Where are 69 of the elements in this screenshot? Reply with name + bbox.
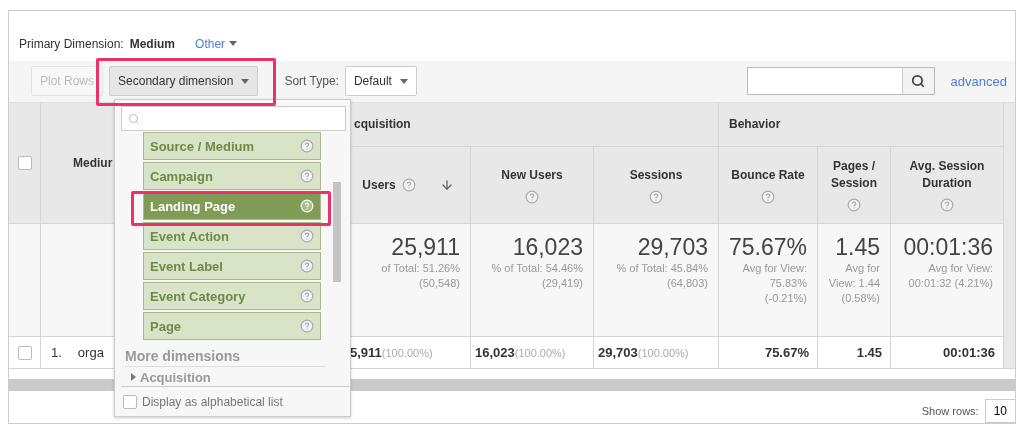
- total-value: 29,703: [637, 234, 708, 262]
- primary-dimension-value[interactable]: Medium: [129, 36, 176, 51]
- search-button[interactable]: [901, 68, 934, 95]
- total-value: 00:01:36: [903, 234, 993, 262]
- column-header[interactable]: Users: [362, 176, 396, 194]
- search-field[interactable]: [746, 67, 935, 96]
- checkbox[interactable]: [17, 156, 32, 171]
- group-header: cquisition: [354, 116, 411, 133]
- alphabetical-label[interactable]: Display as alphabetical list: [142, 394, 283, 409]
- total-value: 1.45: [835, 234, 880, 262]
- total-value: 75.67%: [729, 234, 807, 262]
- cell-value: 1.45: [856, 345, 882, 361]
- total-note: % of Total: 54.46% (29,419): [490, 261, 583, 291]
- sort-type-dropdown[interactable]: Default: [344, 66, 417, 97]
- show-rows-dropdown[interactable]: 10: [984, 399, 1015, 423]
- share-text: (100.00%): [637, 346, 689, 359]
- secondary-dimension-button[interactable]: Secondary dimension: [109, 66, 259, 97]
- total-note: of Total: 51.26% (50,548): [380, 261, 460, 291]
- cell-value: 29,703: [598, 345, 638, 361]
- cell-value: 5,911: [350, 345, 382, 361]
- total-note: Avg for View: 00:01:32 (4.21%): [907, 261, 993, 291]
- dropdown-scrollbar[interactable]: [333, 182, 341, 283]
- checkbox[interactable]: [123, 394, 137, 409]
- row-number: 1.: [51, 345, 62, 361]
- help-icon[interactable]: [300, 289, 314, 304]
- total-note: Avg for View: 75.83% (-0.21%): [741, 261, 807, 306]
- dropdown-search-field[interactable]: [121, 106, 346, 132]
- caret-icon: [241, 78, 250, 84]
- column-header[interactable]: Sessions: [629, 166, 683, 184]
- search-icon: [128, 112, 140, 125]
- total-value: 25,911: [391, 234, 460, 262]
- share-text: (100.00%): [514, 346, 566, 359]
- help-icon[interactable]: [300, 169, 314, 184]
- cell-value: 00:01:36: [942, 345, 995, 361]
- help-icon[interactable]: [940, 197, 954, 212]
- advanced-link[interactable]: advanced: [950, 73, 1007, 89]
- expand-arrow-icon[interactable]: [131, 373, 136, 382]
- total-note: Avg for View: 1.44 (0.58%): [827, 261, 880, 306]
- group-header: Behavior: [729, 116, 781, 133]
- cell-value: 16,023: [475, 345, 515, 361]
- help-icon[interactable]: [300, 139, 314, 154]
- help-icon[interactable]: [649, 189, 663, 204]
- section-heading: More dimensions: [125, 348, 325, 368]
- sort-type-label: Sort Type:: [284, 74, 339, 89]
- help-icon[interactable]: [300, 259, 314, 274]
- cell-value: 75.67%: [764, 345, 809, 361]
- column-header[interactable]: New Users: [501, 166, 563, 184]
- column-header[interactable]: Mediur: [73, 154, 113, 172]
- show-rows-label: Show rows:: [921, 405, 979, 417]
- help-icon[interactable]: [525, 189, 539, 204]
- column-header[interactable]: Pages / Session: [824, 158, 884, 192]
- column-header[interactable]: Bounce Rate: [731, 166, 805, 184]
- help-icon[interactable]: [300, 229, 314, 244]
- total-note: % of Total: 45.84% (64,803): [615, 261, 708, 291]
- column-header[interactable]: Avg. Session Duration: [897, 158, 997, 192]
- dimension-value[interactable]: orga: [77, 345, 104, 361]
- help-icon[interactable]: [761, 189, 775, 204]
- sort-arrow-icon: [439, 178, 454, 193]
- search-icon: [911, 74, 926, 89]
- help-icon[interactable]: [300, 319, 314, 334]
- other-link[interactable]: Other: [195, 36, 238, 51]
- caret-icon: [229, 41, 238, 47]
- primary-dimension-label: Primary Dimension:: [19, 36, 124, 51]
- caret-icon: [399, 78, 408, 84]
- share-text: (100.00%): [381, 346, 433, 359]
- checkbox[interactable]: [17, 345, 32, 360]
- help-icon[interactable]: [401, 178, 416, 193]
- help-icon[interactable]: [847, 197, 861, 212]
- total-value: 16,023: [512, 234, 583, 262]
